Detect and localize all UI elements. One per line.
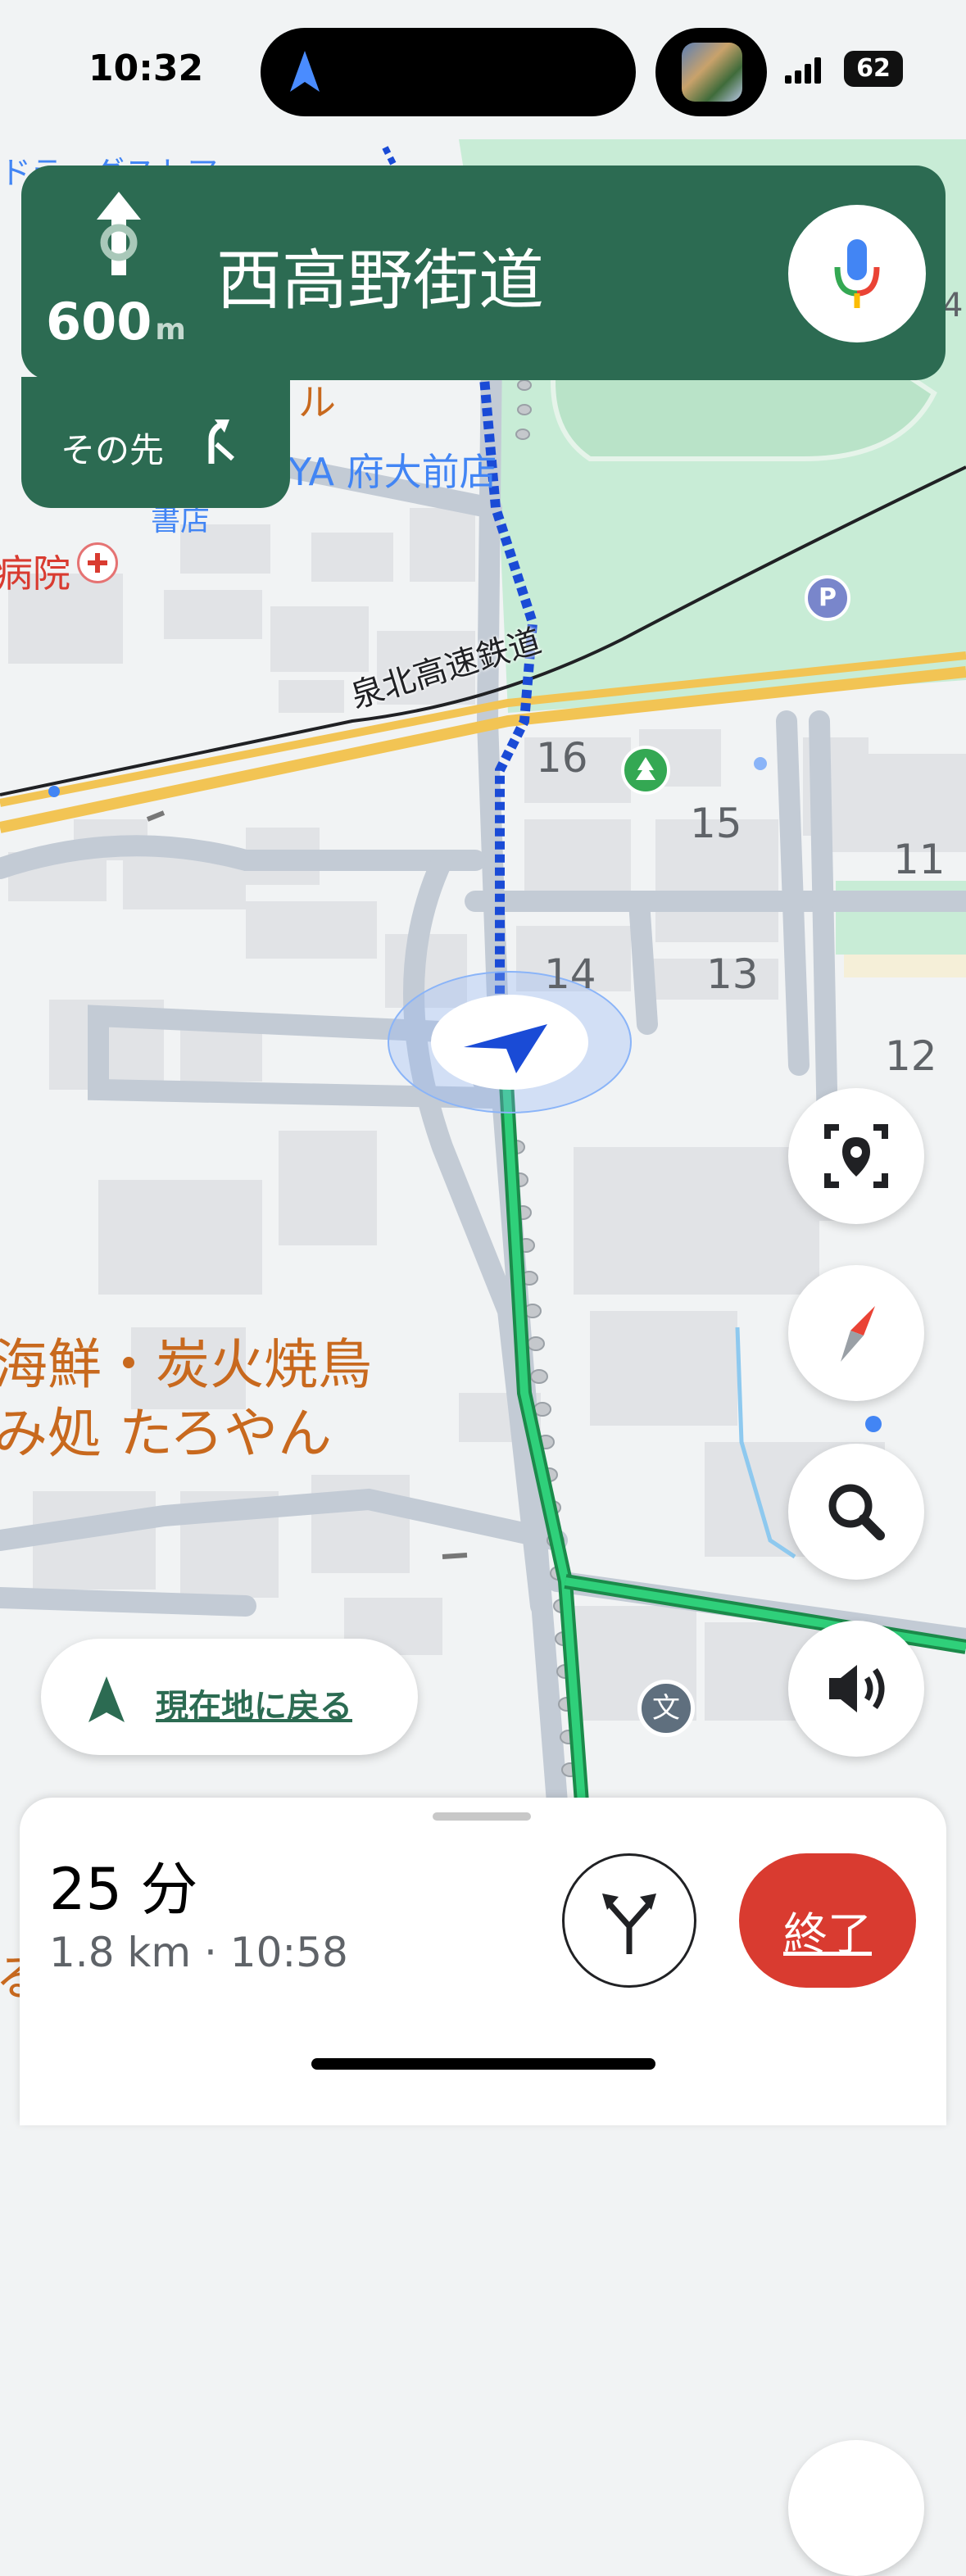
sound-button[interactable]	[788, 2440, 924, 2576]
recenter-label: 現在地に戻る	[156, 1688, 352, 1726]
hospital-icon[interactable]	[77, 542, 118, 583]
navigation-arrow-icon	[88, 1676, 125, 1722]
block-number-13: 13	[706, 950, 759, 998]
block-number-12: 12	[885, 1032, 937, 1080]
search-along-route-button[interactable]	[788, 1444, 924, 1580]
status-time: 10:32	[88, 48, 204, 89]
sheet-handle[interactable]	[433, 1812, 531, 1821]
turn-right-icon	[208, 420, 235, 464]
parking-marker-label: P	[819, 583, 837, 612]
parking-icon[interactable]: P	[805, 575, 850, 621]
sound-button[interactable]	[788, 1621, 924, 1757]
map-label-partial-left: ル	[298, 380, 336, 424]
microphone-icon	[834, 239, 880, 308]
map-label-restaurant-line2: み処 たろやん	[0, 1402, 333, 1465]
location-scan-button[interactable]	[788, 1088, 924, 1224]
park-icon[interactable]	[621, 746, 670, 795]
straight-arrow-icon	[97, 192, 141, 275]
search-icon	[828, 1484, 885, 1540]
trip-details: 1.8 km · 10:58	[49, 1929, 348, 1976]
navigation-arrow-icon	[290, 51, 320, 92]
voice-search-button[interactable]	[788, 205, 926, 342]
distance-value: 600	[46, 292, 152, 351]
block-number-11: 11	[893, 836, 946, 883]
alternate-routes-icon	[602, 1893, 656, 1954]
block-number-16: 16	[536, 734, 588, 782]
street-name: 西高野街道	[216, 243, 544, 319]
maneuver-distance: 600 m	[46, 292, 186, 351]
distance-unit: m	[155, 313, 186, 347]
map-label-restaurant-line1: 海鮮・炭火焼鳥	[0, 1333, 372, 1396]
alternate-routes-button[interactable]	[562, 1853, 696, 1988]
end-navigation-label: 終了	[783, 1908, 872, 1960]
album-art-thumbnail	[682, 43, 742, 102]
location-scan-icon	[824, 1124, 888, 1188]
then-label: その先	[61, 430, 165, 470]
trip-duration: 25 分	[49, 1856, 198, 1923]
compass-icon	[841, 1306, 875, 1362]
block-number-14: 14	[544, 950, 596, 998]
battery-indicator: 62	[844, 51, 903, 87]
map-label-hospital: 病院	[0, 551, 70, 596]
home-indicator[interactable]	[311, 2058, 655, 2070]
block-number-15: 15	[690, 800, 742, 847]
map-label-store: YA 府大前店	[288, 450, 497, 494]
cellular-signal-icon	[785, 57, 824, 84]
school-marker-label: 文	[652, 1692, 680, 1725]
compass-button[interactable]	[788, 1265, 924, 1401]
volume-icon	[829, 1665, 885, 1712]
school-icon[interactable]: 文	[637, 1680, 695, 1737]
